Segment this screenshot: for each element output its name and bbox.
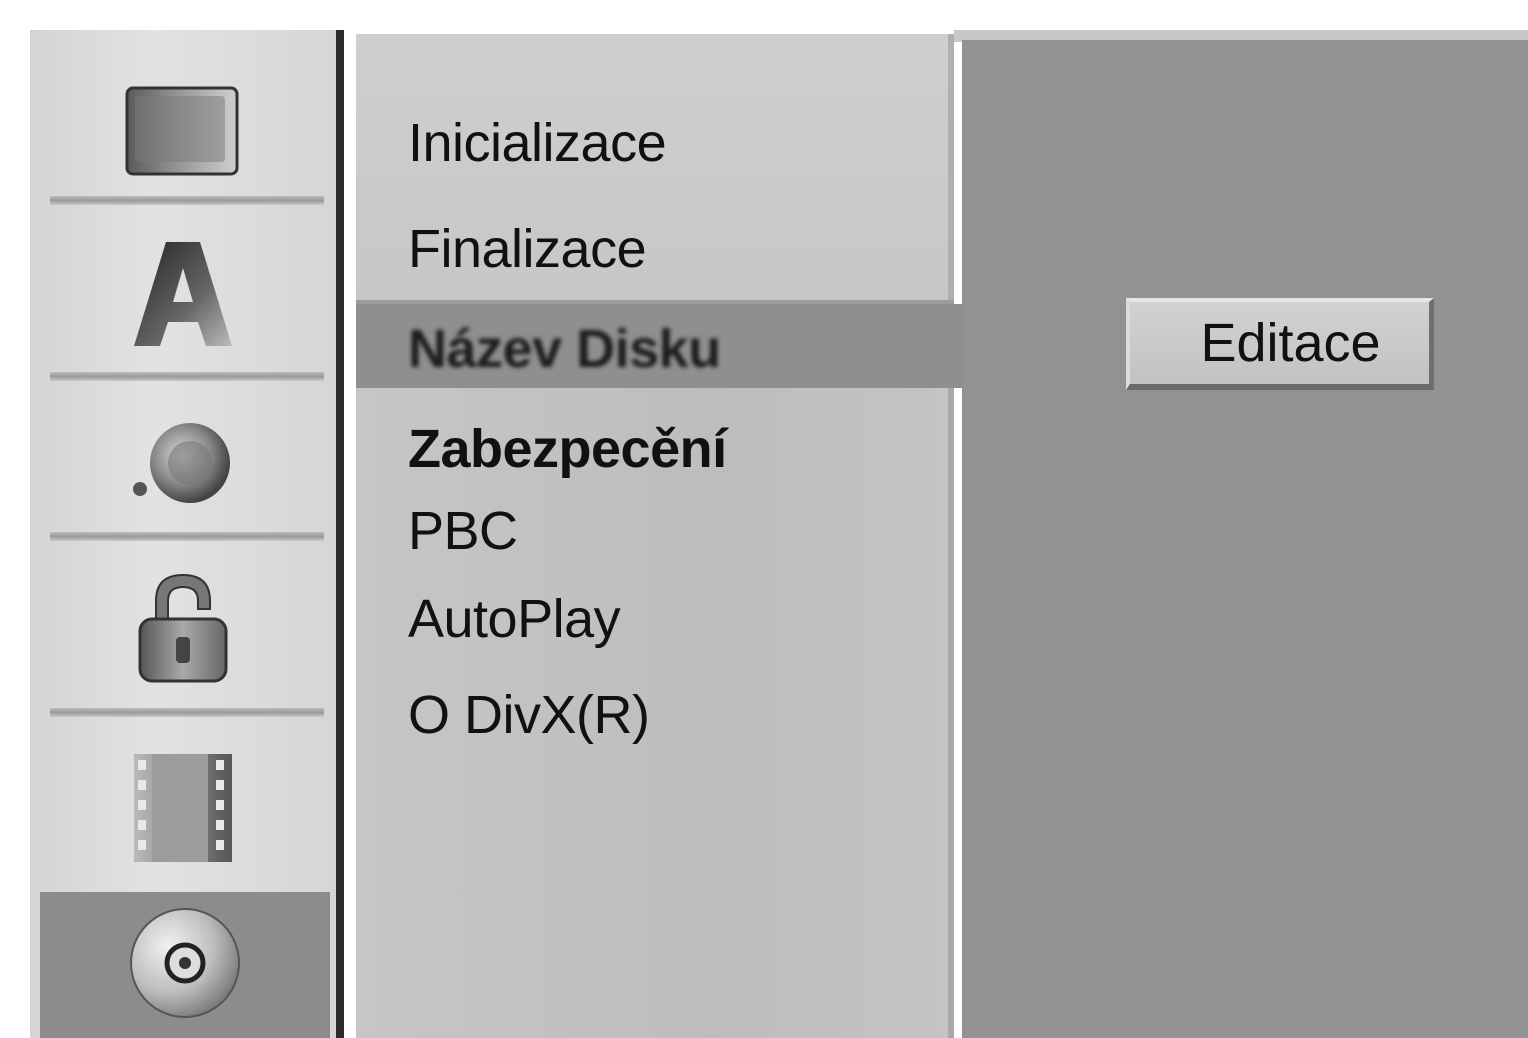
language-a-icon bbox=[128, 234, 238, 359]
menu-item-autoplay[interactable]: AutoPlay bbox=[408, 588, 621, 650]
audio-speaker-icon bbox=[128, 413, 238, 518]
sidebar-item-display[interactable] bbox=[30, 52, 336, 212]
menu-item-zabezpeceni[interactable]: Zabezpecění bbox=[408, 418, 727, 480]
edit-button[interactable]: Editace bbox=[1126, 298, 1434, 390]
sidebar-item-film[interactable] bbox=[30, 726, 336, 894]
menu-item-o-divx[interactable]: O DivX(R) bbox=[408, 684, 650, 746]
film-strip-icon bbox=[128, 748, 238, 873]
sidebar-item-audio[interactable] bbox=[30, 390, 336, 540]
sidebar-item-disc[interactable] bbox=[40, 892, 330, 1038]
sidebar-separator bbox=[50, 708, 324, 717]
sidebar-separator bbox=[50, 372, 324, 381]
dvd-setup-screen: Inicializace Finalizace Název Disku Zabe… bbox=[0, 0, 1528, 1038]
sidebar-separator bbox=[50, 196, 324, 205]
option-content-area bbox=[962, 40, 1528, 1038]
sidebar-item-lock[interactable] bbox=[30, 552, 336, 710]
menu-item-nazev-disku[interactable]: Název Disku bbox=[408, 318, 721, 380]
disc-icon bbox=[125, 903, 245, 1028]
menu-item-finalizace[interactable]: Finalizace bbox=[408, 218, 647, 280]
menu-item-inicializace[interactable]: Inicializace bbox=[408, 112, 667, 174]
sidebar-item-language[interactable] bbox=[30, 216, 336, 376]
menu-item-pbc[interactable]: PBC bbox=[408, 500, 518, 562]
sidebar-separator bbox=[50, 532, 324, 541]
lock-icon bbox=[128, 569, 238, 694]
sidebar-divider bbox=[336, 30, 344, 1038]
setup-category-sidebar bbox=[30, 30, 336, 1038]
tv-screen-icon bbox=[123, 80, 243, 185]
